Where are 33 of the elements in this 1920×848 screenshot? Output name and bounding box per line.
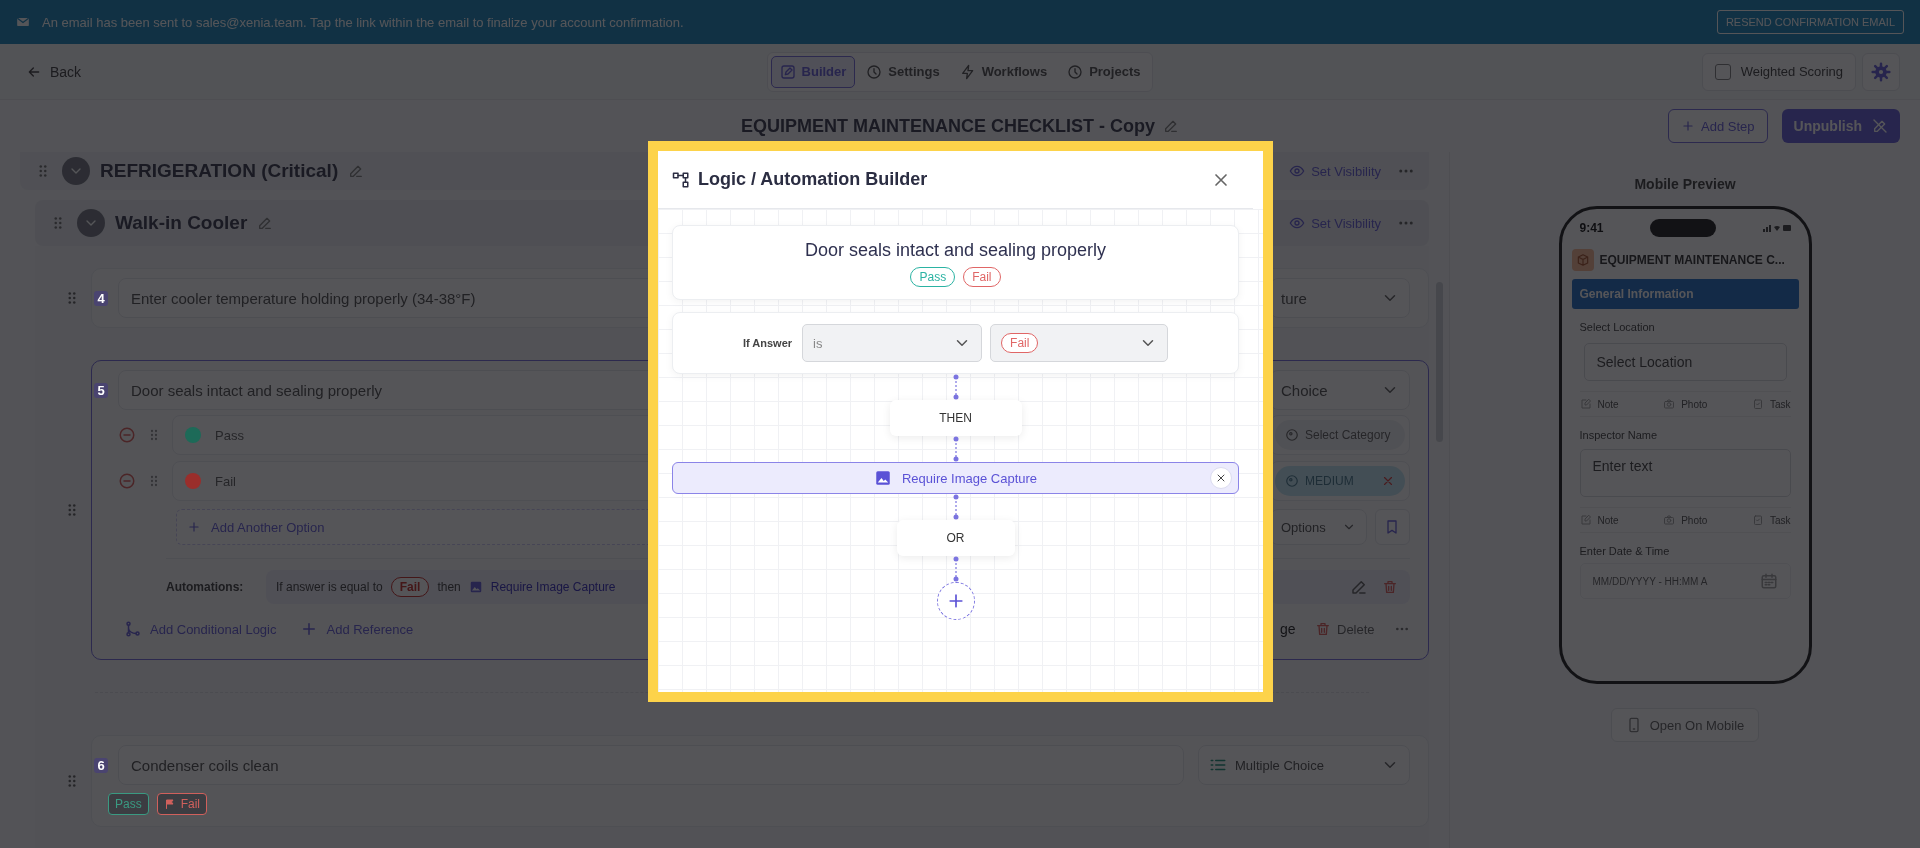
automations-label: Automations: xyxy=(166,580,245,594)
field-label: Select Location xyxy=(1579,321,1656,333)
close-icon xyxy=(1215,472,1227,484)
select-value: is xyxy=(813,335,823,351)
banner-message: An email has been sent to sales@xenia.team. Tap the link within the email to finalize your account confirmation. xyxy=(42,14,685,30)
answer-chip: Fail xyxy=(1001,333,1039,353)
checklist-title: EQUIPMENT MAINTENANCE CHECKLIST - Copy xyxy=(741,115,1155,137)
add-branch-button[interactable] xyxy=(936,582,975,620)
operator-select[interactable]: is xyxy=(802,324,983,362)
app-title: EQUIPMENT MAINTENANCE C... xyxy=(1599,253,1785,267)
action-label: Require Image Capture xyxy=(901,470,1038,486)
action-node[interactable]: Require Image Capture xyxy=(672,462,1239,494)
answer-chip: Fail xyxy=(156,793,208,815)
preview-title: Mobile Preview xyxy=(1634,176,1736,192)
field-label: Inspector Name xyxy=(1579,429,1659,441)
dialog-title: Logic / Automation Builder xyxy=(698,169,928,190)
image-icon xyxy=(873,469,892,487)
field-label: Enter Date & Time xyxy=(1579,545,1671,557)
answer-select[interactable]: Fail xyxy=(990,324,1169,362)
or-node: OR xyxy=(896,520,1015,556)
answer-chip: Pass xyxy=(108,793,149,815)
then-node: THEN xyxy=(889,400,1022,436)
connector-line xyxy=(951,494,960,520)
condition-label: If Answer xyxy=(742,337,793,349)
remove-action-button[interactable] xyxy=(1210,467,1232,489)
flag-icon xyxy=(163,798,176,810)
connector-line xyxy=(951,556,960,582)
connector-line xyxy=(951,374,960,400)
connector-line xyxy=(951,436,960,462)
status-time: 9:41 xyxy=(1579,221,1604,235)
question-title: Door seals intact and sealing properly xyxy=(804,240,1107,261)
flow-icon xyxy=(672,170,690,189)
action-text: Require Image Capture xyxy=(490,580,616,594)
